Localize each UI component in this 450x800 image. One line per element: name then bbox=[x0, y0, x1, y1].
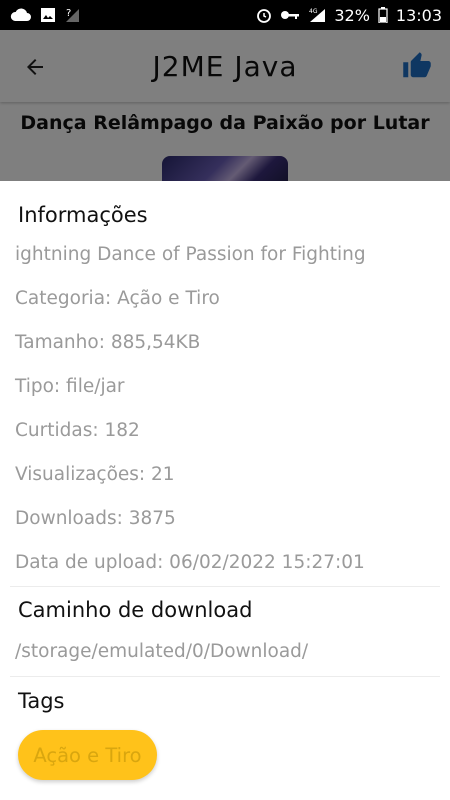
status-bar: ? 4G 32% 13:03 bbox=[0, 0, 450, 30]
battery-percent: 32% bbox=[334, 5, 370, 25]
no-signal-icon: ? bbox=[64, 7, 80, 23]
tag-chip[interactable]: Ação e Tiro bbox=[18, 730, 157, 780]
info-upload-date: Data de upload: 06/02/2022 15:27:01 bbox=[15, 552, 365, 573]
divider bbox=[10, 586, 440, 587]
alarm-icon bbox=[256, 7, 272, 23]
status-right-icons: 4G 32% 13:03 bbox=[256, 6, 442, 25]
status-left-icons: ? bbox=[10, 7, 80, 23]
info-downloads: Downloads: 3875 bbox=[15, 508, 176, 529]
cloud-icon bbox=[10, 8, 32, 22]
key-icon bbox=[280, 9, 300, 21]
info-category: Categoria: Ação e Tiro bbox=[15, 288, 220, 309]
divider bbox=[10, 676, 440, 677]
info-likes: Curtidas: 182 bbox=[15, 420, 140, 441]
download-path-title: Caminho de download bbox=[18, 598, 253, 622]
info-views: Visualizações: 21 bbox=[15, 464, 175, 485]
info-bottom-sheet: Informações ightning Dance of Passion fo… bbox=[0, 181, 450, 800]
svg-text:4G: 4G bbox=[309, 8, 318, 15]
info-type: Tipo: file/jar bbox=[15, 376, 125, 397]
download-path: /storage/emulated/0/Download/ bbox=[15, 641, 309, 662]
info-size: Tamanho: 885,54KB bbox=[15, 332, 201, 353]
tags-title: Tags bbox=[18, 689, 65, 713]
4g-signal-icon: 4G bbox=[308, 7, 326, 23]
battery-icon bbox=[378, 7, 388, 23]
info-section-title: Informações bbox=[18, 203, 148, 227]
clock: 13:03 bbox=[395, 5, 442, 25]
svg-text:?: ? bbox=[66, 8, 71, 19]
info-english-title: ightning Dance of Passion for Fighting bbox=[15, 244, 366, 265]
image-icon bbox=[40, 7, 56, 23]
